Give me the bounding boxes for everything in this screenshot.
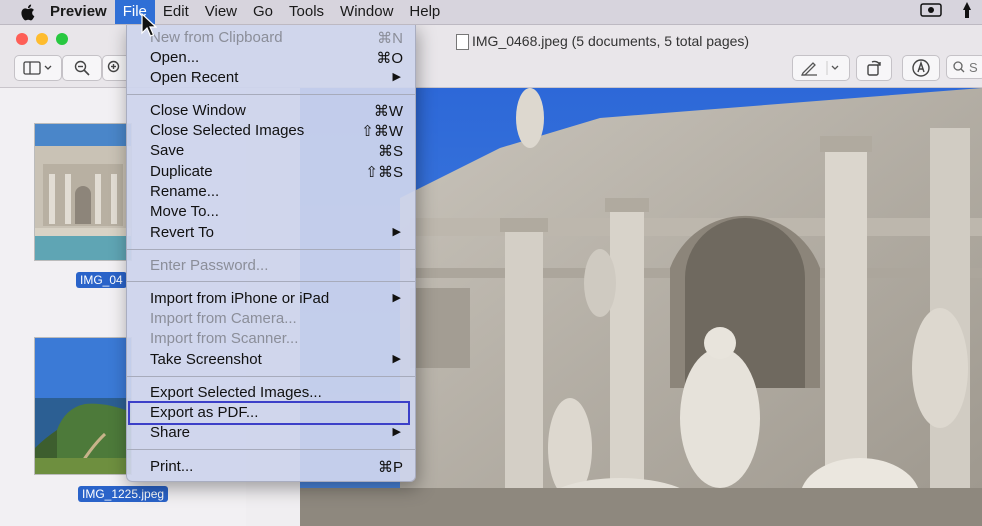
- search-icon: [953, 61, 965, 73]
- thumbnail-label[interactable]: IMG_04: [76, 272, 127, 288]
- menu-item-move-to[interactable]: Move To...: [127, 201, 415, 221]
- menu-app-name[interactable]: Preview: [42, 0, 115, 24]
- menu-separator: [127, 449, 415, 450]
- menu-item-enter-password: Enter Password...: [150, 257, 269, 274]
- screen-record-icon[interactable]: [920, 2, 942, 23]
- thumbnail-label[interactable]: IMG_1225.jpeg: [78, 486, 169, 502]
- menu-item-close-selected-images[interactable]: Close Selected Images ⇧⌘W: [127, 120, 415, 140]
- zoom-out-button[interactable]: [62, 55, 102, 81]
- markup-pen-button[interactable]: [792, 55, 850, 81]
- menu-view[interactable]: View: [197, 0, 245, 24]
- menu-item-save[interactable]: Save ⌘S: [127, 140, 415, 160]
- markup-toolbar-button[interactable]: [902, 55, 940, 81]
- menu-go[interactable]: Go: [245, 0, 281, 24]
- menu-item-export-selected-images[interactable]: Export Selected Images...: [127, 382, 415, 402]
- menu-edit[interactable]: Edit: [155, 0, 197, 24]
- search-placeholder: S: [969, 59, 978, 75]
- menu-item-close-window[interactable]: Close Window ⌘W: [127, 100, 415, 120]
- annotation-highlight-box: [128, 401, 410, 425]
- search-field[interactable]: S: [946, 55, 982, 79]
- menu-tools[interactable]: Tools: [281, 0, 332, 24]
- submenu-arrow-icon: ▶: [392, 426, 401, 438]
- document-icon: [456, 34, 469, 50]
- menu-item-rename[interactable]: Rename...: [127, 181, 415, 201]
- thumbnail-fountain[interactable]: [34, 123, 132, 261]
- sidebar-toggle-button[interactable]: [14, 55, 62, 81]
- menu-item-open[interactable]: Open... ⌘O: [127, 47, 415, 67]
- rotate-button[interactable]: [856, 55, 892, 81]
- zoom-in-button[interactable]: [102, 55, 127, 81]
- window-title: IMG_0468.jpeg (5 documents, 5 total page…: [472, 33, 750, 49]
- menu-item-import-from-camera: Import from Camera...: [150, 310, 297, 327]
- menu-item-take-screenshot[interactable]: Take Screenshot ▶: [127, 349, 415, 369]
- menu-item-duplicate[interactable]: Duplicate ⇧⌘S: [127, 161, 415, 181]
- menu-item-open-recent[interactable]: Open Recent ▶: [127, 67, 415, 87]
- menu-separator: [127, 376, 415, 377]
- submenu-arrow-icon: ▶: [392, 226, 401, 238]
- menu-item-print[interactable]: Print... ⌘P: [127, 456, 415, 476]
- menu-window[interactable]: Window: [332, 0, 401, 24]
- menu-item-revert-to[interactable]: Revert To ▶: [127, 222, 415, 242]
- submenu-arrow-icon: ▶: [392, 353, 401, 365]
- menu-item-new-from-clipboard: New from Clipboard ⌘N: [150, 29, 403, 47]
- menu-item-import-from-iphone[interactable]: Import from iPhone or iPad ▶: [127, 288, 415, 308]
- menu-separator: [127, 94, 415, 95]
- mouse-cursor-icon: [141, 12, 158, 44]
- submenu-arrow-icon: ▶: [392, 71, 401, 83]
- zoom-window-button[interactable]: [56, 33, 68, 45]
- menu-help[interactable]: Help: [401, 0, 448, 24]
- submenu-arrow-icon: ▶: [392, 292, 401, 304]
- close-window-button[interactable]: [16, 33, 28, 45]
- apple-logo-icon[interactable]: [14, 0, 42, 24]
- menu-item-import-from-scanner: Import from Scanner...: [150, 330, 299, 347]
- minimize-window-button[interactable]: [36, 33, 48, 45]
- thumbnail-cliff[interactable]: [34, 337, 132, 475]
- menu-separator: [127, 281, 415, 282]
- pen-icon[interactable]: [960, 1, 974, 24]
- menu-item-share[interactable]: Share ▶: [127, 422, 415, 442]
- menu-separator: [127, 249, 415, 250]
